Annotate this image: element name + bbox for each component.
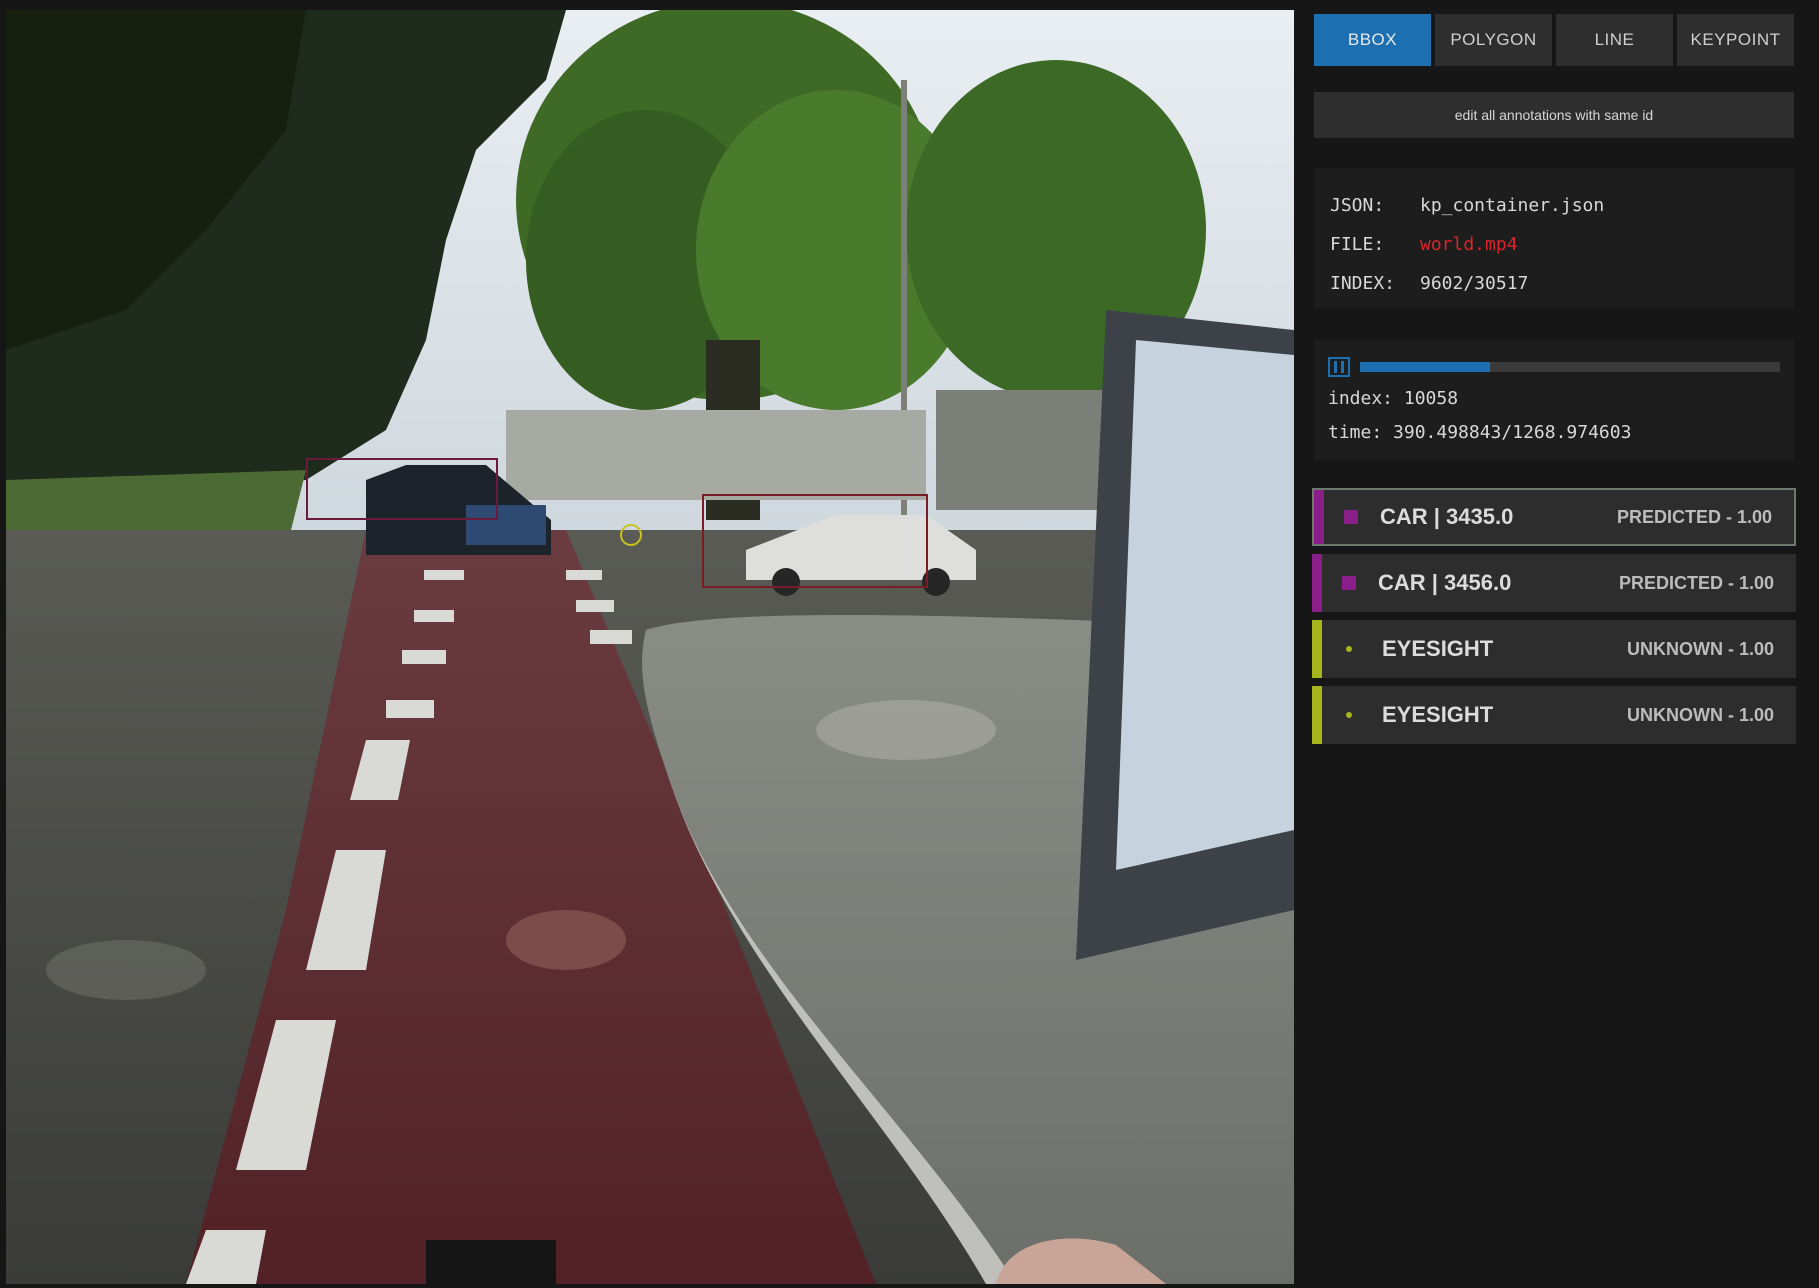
json-filename: kp_container.json [1420,195,1605,216]
index-label: INDEX: [1330,273,1396,294]
annotation-title: EYESIGHT [1382,702,1494,727]
video-frame-image [6,10,1294,1284]
json-label: JSON: [1330,195,1385,216]
playback-time: time: 390.498843/1268.974603 [1328,422,1632,443]
annotation-title: CAR | 3456.0 [1378,570,1512,595]
annotation-status: UNKNOWN - 1.00 [1626,704,1774,725]
bbox-swatch-icon [1344,510,1358,524]
playback-index: index: 10058 [1328,388,1459,409]
keypoint-icon [1346,646,1352,652]
video-progress-fill [1360,362,1491,372]
keypoint-icon [1346,712,1352,718]
tab-keypoint[interactable]: KEYPOINT [1677,14,1794,66]
eyesight-keypoint[interactable] [620,524,642,546]
annotation-item[interactable]: EYESIGHT UNKNOWN - 1.00 [1312,620,1796,678]
video-progress-bar[interactable] [1360,362,1780,372]
tab-line[interactable]: LINE [1556,14,1673,66]
bbox-swatch-icon [1342,576,1356,590]
annotation-status: PREDICTED - 1.00 [1618,572,1774,593]
annotation-status: UNKNOWN - 1.00 [1626,638,1774,659]
edit-all-same-id-button[interactable]: edit all annotations with same id [1314,92,1794,138]
file-label: FILE: [1330,234,1385,255]
frame-index: 9602/30517 [1420,273,1529,294]
annotation-list: CAR | 3435.0 PREDICTED - 1.00 CAR | 3456.0… [1312,488,1796,752]
annotation-mode-tabs: bbox POLYGON LINE KEYPOINT [1314,14,1794,66]
side-panel: bbox POLYGON LINE KEYPOINT edit all annotat… [1298,0,1819,1288]
car-bounding-box[interactable] [702,494,928,588]
annotation-item[interactable]: EYESIGHT UNKNOWN - 1.00 [1312,686,1796,744]
annotation-title: EYESIGHT [1382,636,1494,661]
video-canvas[interactable] [6,10,1294,1284]
pause-icon[interactable] [1328,357,1350,377]
tab-bbox[interactable]: bbox [1314,14,1431,66]
annotation-color-stripe [1314,490,1324,544]
annotation-color-stripe [1312,686,1322,744]
annotation-color-stripe [1312,554,1322,612]
video-filename: world.mp4 [1420,234,1518,255]
annotation-tool: bbox POLYGON LINE KEYPOINT edit all annotat… [0,0,1819,1288]
playback-panel: index: 10058 time: 390.498843/1268.97460… [1314,340,1794,460]
annotation-item[interactable]: CAR | 3456.0 PREDICTED - 1.00 [1312,554,1796,612]
annotation-item[interactable]: CAR | 3435.0 PREDICTED - 1.00 [1312,488,1796,546]
file-info-panel: JSON: kp_container.json FILE: world.mp4 … [1314,168,1794,308]
annotation-status: PREDICTED - 1.00 [1616,506,1772,527]
annotation-title: CAR | 3435.0 [1380,504,1514,529]
car-bounding-box[interactable] [306,458,498,520]
tab-polygon[interactable]: POLYGON [1435,14,1552,66]
annotation-color-stripe [1312,620,1322,678]
